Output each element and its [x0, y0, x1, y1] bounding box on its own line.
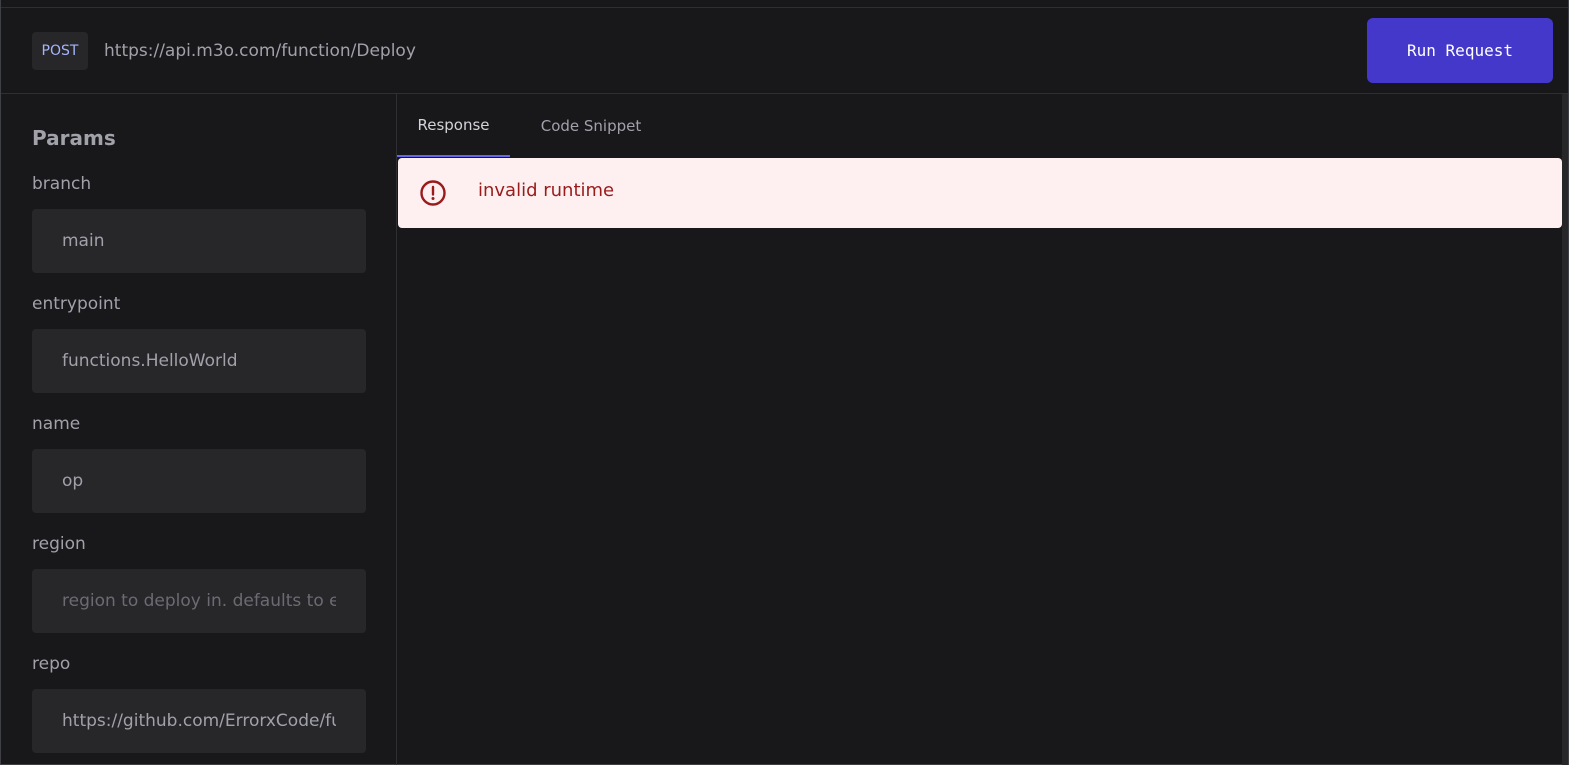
- api-explorer: POST Run Request Params branch entrypoin…: [0, 0, 1569, 765]
- scrollbar[interactable]: [1562, 94, 1568, 765]
- param-label-repo: repo: [32, 654, 71, 674]
- run-request-button[interactable]: Run Request: [1367, 18, 1553, 83]
- params-panel: Params branch entrypoint name region rep…: [1, 94, 397, 765]
- response-panel: Response Code Snippet invalid runtime: [397, 94, 1568, 765]
- name-input[interactable]: [32, 449, 366, 513]
- alert-circle-icon: [420, 180, 446, 206]
- params-title: Params: [32, 126, 116, 150]
- method-badge: POST: [32, 32, 88, 70]
- top-strip: [1, 0, 1568, 8]
- request-bar: POST Run Request: [1, 8, 1568, 94]
- branch-input[interactable]: [32, 209, 366, 273]
- error-message: invalid runtime: [478, 180, 615, 201]
- param-label-name: name: [32, 414, 81, 434]
- repo-input[interactable]: [32, 689, 366, 753]
- url-input[interactable]: [104, 36, 1304, 66]
- tab-response[interactable]: Response: [397, 94, 510, 157]
- error-alert: invalid runtime: [398, 158, 1562, 228]
- param-label-branch: branch: [32, 174, 92, 194]
- response-tabs: Response Code Snippet: [397, 94, 1568, 157]
- param-label-region: region: [32, 534, 86, 554]
- entrypoint-input[interactable]: [32, 329, 366, 393]
- tab-code-snippet[interactable]: Code Snippet: [522, 94, 660, 157]
- region-input[interactable]: [32, 569, 366, 633]
- param-label-entrypoint: entrypoint: [32, 294, 121, 314]
